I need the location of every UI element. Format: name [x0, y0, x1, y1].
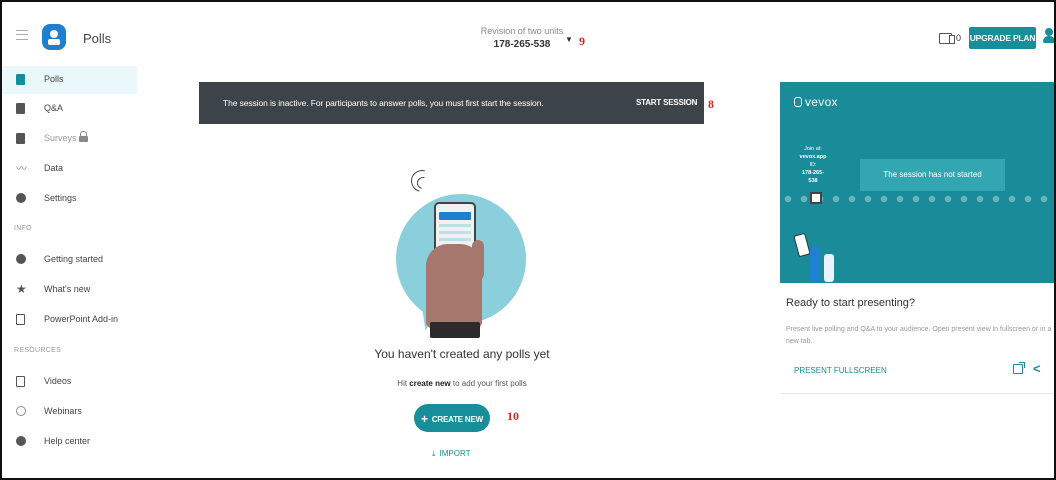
star-icon: ★: [16, 282, 27, 296]
polls-icon: [16, 74, 25, 85]
clock-icon: [16, 406, 26, 416]
lock-icon: [79, 131, 88, 142]
empty-state-illustration: [382, 162, 542, 342]
empty-state-title: You haven't created any polls yet: [374, 347, 550, 361]
annotation-marker: 8: [708, 97, 714, 111]
session-selector-id[interactable]: 178-265-538: [472, 39, 572, 50]
present-description: Present live polling and Q&A to your aud…: [786, 326, 1052, 345]
help-icon: [16, 436, 26, 446]
sidebar-item-label: What's new: [44, 284, 91, 294]
start-session-button[interactable]: START SESSION: [636, 98, 697, 107]
session-status: The session has not started: [860, 159, 1005, 191]
sidebar-item-label: Help center: [44, 436, 91, 446]
open-new-tab-icon[interactable]: [1013, 362, 1025, 374]
gear-icon: [16, 193, 26, 203]
sidebar-item-label: PowerPoint Add-in: [44, 314, 119, 324]
sidebar-item-surveys[interactable]: Surveys: [2, 125, 137, 153]
present-title: Ready to start presenting?: [786, 297, 916, 309]
surveys-icon: [16, 133, 25, 144]
sidebar-item-polls[interactable]: Polls: [2, 66, 137, 94]
qa-icon: [16, 103, 25, 114]
sidebar-item-label: Getting started: [44, 254, 104, 264]
sidebar-item-videos[interactable]: Videos: [2, 368, 137, 396]
upgrade-plan-button[interactable]: UPGRADE PLAN: [969, 27, 1036, 49]
powerpoint-icon: [16, 314, 25, 325]
info-icon: [16, 254, 26, 264]
app-logo-icon: [42, 24, 66, 50]
device-count: 0: [956, 33, 962, 43]
sidebar-item-powerpoint[interactable]: PowerPoint Add-in: [2, 306, 137, 334]
account-icon[interactable]: [1043, 28, 1054, 44]
top-bar: Polls Revision of two units 178-265-538 …: [2, 2, 1054, 62]
sidebar-item-webinars[interactable]: Webinars: [2, 398, 137, 426]
video-icon: [16, 376, 25, 387]
sidebar-item-label: Surveys: [44, 133, 77, 143]
sidebar-item-label: Q&A: [44, 103, 64, 113]
chevron-down-icon[interactable]: ▼: [565, 35, 573, 44]
sidebar-item-getting-started[interactable]: Getting started: [2, 246, 137, 274]
app-window: Polls Revision of two units 178-265-538 …: [0, 0, 1056, 480]
app-title: Polls: [83, 31, 112, 46]
share-icon[interactable]: <: [1033, 361, 1041, 376]
vevox-logo: vevox: [794, 95, 838, 109]
sidebar-item-data[interactable]: 〰 Data: [2, 155, 137, 183]
sidebar-item-label: Polls: [44, 74, 64, 84]
inactive-session-banner: The session is inactive. For participant…: [199, 82, 704, 124]
sidebar-item-label: Videos: [44, 376, 72, 386]
session-preview-image: vevox Join at: vevox.app ID: 178-265-538…: [780, 82, 1054, 283]
sidebar: Polls Q&A Surveys 〰 Data Settings INFO G…: [2, 62, 142, 478]
session-selector-name[interactable]: Revision of two units: [472, 26, 572, 36]
devices-icon[interactable]: [939, 33, 955, 44]
import-link[interactable]: ⤓ IMPORT: [432, 449, 471, 459]
empty-state-hint: Hit create new to add your first polls: [397, 379, 527, 388]
section-label-info: INFO: [14, 225, 32, 232]
plus-icon: +: [421, 412, 428, 426]
present-fullscreen-button[interactable]: PRESENT FULLSCREEN: [794, 366, 887, 375]
join-info: Join at: vevox.app ID: 178-265-538: [799, 146, 827, 184]
trend-icon: 〰: [16, 163, 27, 175]
annotation-marker: 10: [507, 409, 519, 423]
menu-icon[interactable]: [16, 30, 28, 40]
sidebar-item-label: Settings: [44, 193, 77, 203]
present-preview-card: vevox Join at: vevox.app ID: 178-265-538…: [780, 82, 1054, 394]
sidebar-item-whats-new[interactable]: ★ What's new: [2, 276, 137, 304]
create-new-button[interactable]: + CREATE NEW: [414, 404, 490, 432]
audience-illustration: [793, 222, 844, 282]
sidebar-item-settings[interactable]: Settings: [2, 185, 137, 213]
section-label-resources: RESOURCES: [14, 347, 62, 354]
annotation-marker: 9: [579, 34, 585, 48]
import-icon: ⤓: [432, 449, 436, 458]
sidebar-item-label: Data: [44, 163, 64, 173]
sidebar-item-help[interactable]: Help center: [2, 428, 137, 456]
qr-code-icon: [810, 192, 822, 204]
sidebar-item-label: Webinars: [44, 406, 82, 416]
sidebar-item-qa[interactable]: Q&A: [2, 95, 137, 123]
banner-text: The session is inactive. For participant…: [223, 98, 544, 108]
